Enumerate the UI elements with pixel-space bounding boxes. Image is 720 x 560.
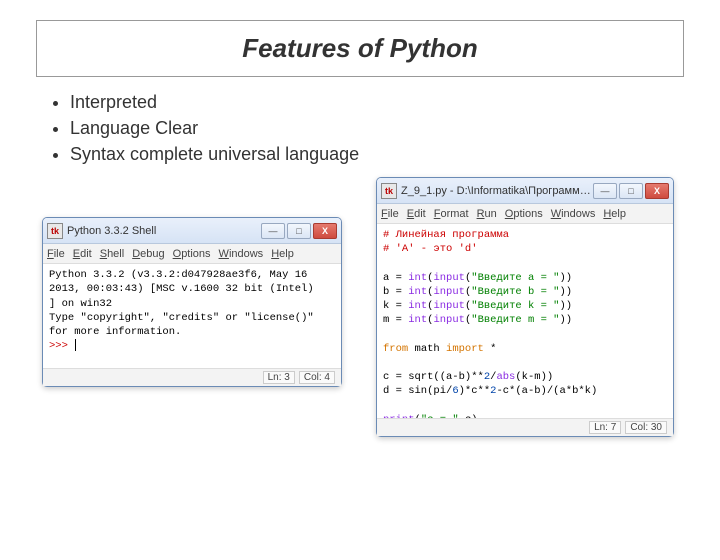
prompt: >>> — [49, 340, 74, 352]
menu-file[interactable]: File — [47, 248, 65, 260]
menubar: File Edit Shell Debug Options Windows He… — [43, 244, 341, 264]
menu-run[interactable]: Run — [477, 208, 497, 220]
editor-content[interactable]: # Линейная программа # 'A' - это 'd' a =… — [377, 224, 673, 418]
menu-windows[interactable]: Windows — [551, 208, 596, 220]
status-col: Col: 30 — [625, 421, 667, 434]
window-title: Z_9_1.py - D:\Informatika\Программы_Py… — [401, 185, 593, 197]
tk-icon: tk — [381, 183, 397, 199]
maximize-button[interactable]: □ — [287, 223, 311, 239]
menu-shell[interactable]: Shell — [100, 248, 124, 260]
statusbar: Ln: 3 Col: 4 — [43, 368, 341, 386]
close-button[interactable]: X — [645, 183, 669, 199]
menu-options[interactable]: Options — [173, 248, 211, 260]
bullet-list: Interpreted Language Clear Syntax comple… — [60, 89, 684, 167]
menu-debug[interactable]: Debug — [132, 248, 164, 260]
editor-window: tk Z_9_1.py - D:\Informatika\Программы_P… — [376, 177, 674, 437]
titlebar[interactable]: tk Python 3.3.2 Shell — □ X — [43, 218, 341, 244]
statusbar: Ln: 7 Col: 30 — [377, 418, 673, 436]
close-button[interactable]: X — [313, 223, 337, 239]
bullet-item: Language Clear — [70, 115, 684, 141]
title-box: Features of Python — [36, 20, 684, 77]
menu-help[interactable]: Help — [603, 208, 626, 220]
status-line: Ln: 7 — [589, 421, 621, 434]
menu-windows[interactable]: Windows — [219, 248, 264, 260]
window-controls: — □ X — [593, 183, 669, 199]
menu-format[interactable]: Format — [434, 208, 469, 220]
caret-icon — [75, 339, 76, 351]
menu-file[interactable]: File — [381, 208, 399, 220]
tk-icon: tk — [47, 223, 63, 239]
python-shell-window: tk Python 3.3.2 Shell — □ X File Edit Sh… — [42, 217, 342, 387]
window-title: Python 3.3.2 Shell — [67, 225, 261, 237]
menubar: File Edit Format Run Options Windows Hel… — [377, 204, 673, 224]
titlebar[interactable]: tk Z_9_1.py - D:\Informatika\Программы_P… — [377, 178, 673, 204]
bullet-item: Syntax complete universal language — [70, 141, 684, 167]
menu-edit[interactable]: Edit — [407, 208, 426, 220]
minimize-button[interactable]: — — [593, 183, 617, 199]
status-line: Ln: 3 — [263, 371, 295, 384]
maximize-button[interactable]: □ — [619, 183, 643, 199]
screenshots-area: tk Python 3.3.2 Shell — □ X File Edit Sh… — [0, 177, 720, 477]
slide-title: Features of Python — [57, 33, 663, 64]
status-col: Col: 4 — [299, 371, 335, 384]
minimize-button[interactable]: — — [261, 223, 285, 239]
menu-options[interactable]: Options — [505, 208, 543, 220]
menu-edit[interactable]: Edit — [73, 248, 92, 260]
bullet-item: Interpreted — [70, 89, 684, 115]
shell-output[interactable]: Python 3.3.2 (v3.3.2:d047928ae3f6, May 1… — [43, 264, 341, 368]
window-controls: — □ X — [261, 223, 337, 239]
menu-help[interactable]: Help — [271, 248, 294, 260]
